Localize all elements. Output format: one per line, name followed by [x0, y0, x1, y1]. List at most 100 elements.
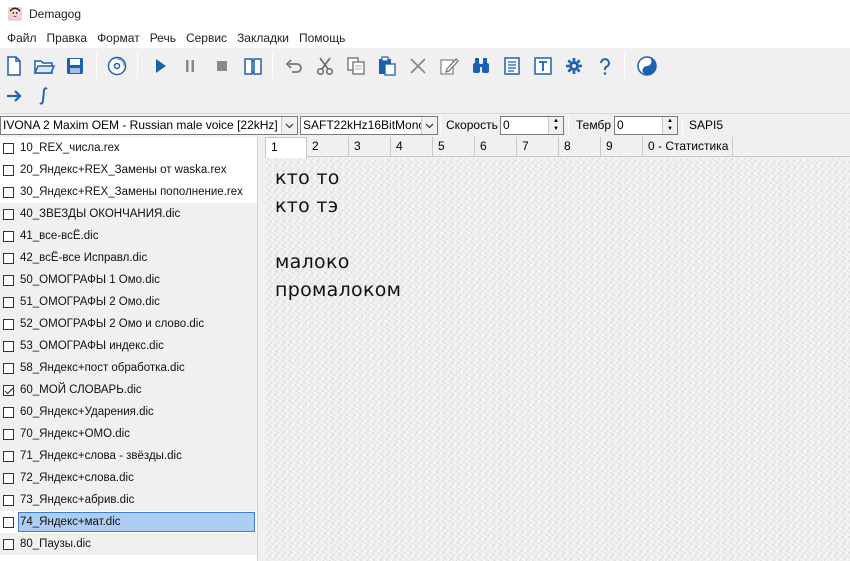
menu-item[interactable]: Формат	[92, 28, 145, 48]
list-item[interactable]: 70_Яндекс+ОМО.dic	[0, 423, 257, 445]
list-item-label: 30_Яндекс+REX_Замены пополнение.rex	[20, 186, 243, 198]
checkbox[interactable]	[3, 384, 14, 396]
checkbox[interactable]	[3, 164, 14, 176]
spin-up-icon[interactable]: ▲	[663, 117, 677, 125]
list-item[interactable]: 10_REX_числа.rex	[0, 137, 257, 159]
list-item[interactable]: 80_Паузы.dic	[0, 533, 257, 555]
text-editor[interactable]: кто то кто тэ малоко промалоком	[265, 158, 850, 561]
stop-icon[interactable]	[209, 53, 235, 79]
format-select[interactable]: SAFT22kHz16BitMono	[300, 116, 438, 135]
app-logo-icon	[8, 7, 22, 21]
splitter[interactable]	[258, 137, 265, 561]
checkbox[interactable]	[3, 362, 14, 374]
menu-item[interactable]: Речь	[145, 28, 181, 48]
find-icon[interactable]	[468, 53, 494, 79]
checkbox[interactable]	[3, 274, 14, 286]
pause-icon[interactable]	[177, 53, 203, 79]
editor-line: кто тэ	[275, 195, 339, 217]
paste-icon[interactable]	[374, 53, 400, 79]
list-item[interactable]: 60_Яндекс+Ударения.dic	[0, 401, 257, 423]
menu-item[interactable]: Помощь	[294, 28, 350, 48]
chevron-down-icon[interactable]	[421, 117, 437, 134]
list-item[interactable]: 71_Яндекс+слова - звёзды.dic	[0, 445, 257, 467]
list-item-label: 60_Яндекс+Ударения.dic	[20, 406, 154, 418]
list-item[interactable]: 60_МОЙ СЛОВАРЬ.dic	[0, 379, 257, 401]
checkbox[interactable]	[3, 428, 14, 440]
save-icon[interactable]	[62, 53, 88, 79]
speed-spinner[interactable]: 0 ▲ ▼	[500, 116, 564, 135]
cd-icon[interactable]	[104, 53, 130, 79]
checkbox[interactable]	[3, 406, 14, 418]
list-item[interactable]: 50_ОМОГРАФЫ 1 Омо.dic	[0, 269, 257, 291]
checkbox[interactable]	[3, 318, 14, 330]
tab-2[interactable]: 3	[349, 137, 391, 157]
timbre-spinner[interactable]: 0 ▲ ▼	[614, 116, 678, 135]
checkbox[interactable]	[3, 142, 14, 154]
menu-item[interactable]: Файл	[2, 28, 42, 48]
undo-icon[interactable]	[281, 53, 307, 79]
arrow-right-icon[interactable]	[1, 83, 27, 109]
spin-down-icon[interactable]: ▼	[549, 125, 563, 133]
list-item[interactable]: 41_все-всЁ.dic	[0, 225, 257, 247]
timbre-value: 0	[617, 118, 624, 132]
checkbox[interactable]	[3, 516, 14, 528]
gear-icon[interactable]	[561, 53, 587, 79]
menu-item[interactable]: Сервис	[181, 28, 232, 48]
integral-icon[interactable]	[31, 83, 57, 109]
list-item[interactable]: 58_Яндекс+пост обработка.dic	[0, 357, 257, 379]
list-item-label: 53_ОМОГРАФЫ индекс.dic	[20, 340, 164, 352]
copy-icon[interactable]	[343, 53, 369, 79]
tab-4[interactable]: 5	[433, 137, 475, 157]
list-item-label: 71_Яндекс+слова - звёзды.dic	[20, 450, 182, 462]
menu-item[interactable]: Закладки	[232, 28, 294, 48]
voice-select[interactable]: IVONA 2 Maxim OEM - Russian male voice […	[0, 116, 298, 135]
engine-label: SAPI5	[689, 118, 724, 132]
checkbox[interactable]	[3, 472, 14, 484]
delete-icon[interactable]	[405, 53, 431, 79]
tab-0[interactable]: 1	[265, 137, 307, 158]
play-icon[interactable]	[147, 53, 173, 79]
yin-yang-icon[interactable]	[634, 53, 660, 79]
spin-down-icon[interactable]: ▼	[663, 125, 677, 133]
checkbox[interactable]	[3, 340, 14, 352]
text-icon[interactable]	[530, 53, 556, 79]
open-folder-icon[interactable]	[31, 53, 57, 79]
list-item[interactable]: 51_ОМОГРАФЫ 2 Омо.dic	[0, 291, 257, 313]
cut-icon[interactable]	[312, 53, 338, 79]
timbre-label: Тембр	[576, 118, 611, 132]
checkbox[interactable]	[3, 538, 14, 550]
edit-icon[interactable]	[436, 53, 462, 79]
list-item[interactable]: 20_Яндекс+REX_Замены от waska.rex	[0, 159, 257, 181]
tab-5[interactable]: 6	[475, 137, 517, 157]
menu-item[interactable]: Правка	[42, 28, 93, 48]
checkbox[interactable]	[3, 450, 14, 462]
tab-3[interactable]: 4	[391, 137, 433, 157]
tab-7[interactable]: 8	[559, 137, 601, 157]
new-file-icon[interactable]	[1, 53, 27, 79]
checkbox[interactable]	[3, 208, 14, 220]
checkbox[interactable]	[3, 186, 14, 198]
dictionary-list: 10_REX_числа.rex 20_Яндекс+REX_Замены от …	[0, 137, 258, 561]
checkbox[interactable]	[3, 296, 14, 308]
tab-6[interactable]: 7	[517, 137, 559, 157]
list-item[interactable]: 72_Яндекс+слова.dic	[0, 467, 257, 489]
help-icon[interactable]	[592, 53, 618, 79]
tab-8[interactable]: 9	[601, 137, 643, 157]
checkbox[interactable]	[3, 252, 14, 264]
list-item[interactable]: 42_всЁ-все Исправл.dic	[0, 247, 257, 269]
chevron-down-icon[interactable]	[281, 117, 297, 134]
list-item[interactable]: 30_Яндекс+REX_Замены пополнение.rex	[0, 181, 257, 203]
book-icon[interactable]	[240, 53, 266, 79]
spin-up-icon[interactable]: ▲	[549, 117, 563, 125]
list-item[interactable]: 73_Яндекс+абрив.dic	[0, 489, 257, 511]
list-item-label: 42_всЁ-все Исправл.dic	[20, 252, 148, 264]
list-item[interactable]: 52_ОМОГРАФЫ 2 Омо и слово.dic	[0, 313, 257, 335]
list-item[interactable]: 74_Яндекс+мат.dic	[0, 511, 257, 533]
tab-1[interactable]: 2	[307, 137, 349, 157]
checkbox[interactable]	[3, 494, 14, 506]
list-item[interactable]: 40_ЗВЕЗДЫ ОКОНЧАНИЯ.dic	[0, 203, 257, 225]
list-item[interactable]: 53_ОМОГРАФЫ индекс.dic	[0, 335, 257, 357]
tab-9[interactable]: 0 - Статистика	[643, 137, 733, 157]
document-icon[interactable]	[499, 53, 525, 79]
checkbox[interactable]	[3, 230, 14, 242]
